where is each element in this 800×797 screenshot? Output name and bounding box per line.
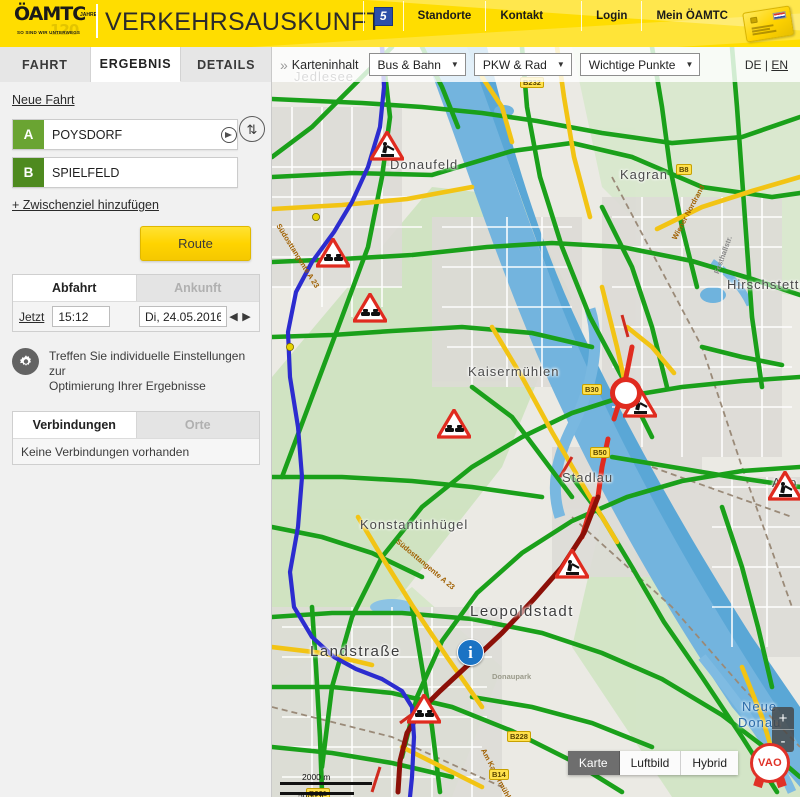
tab-fahrt[interactable]: FAHRT	[0, 47, 91, 82]
time-row: Jetzt ◀ ▶	[13, 301, 259, 331]
map-toolbar: » Karteninhalt Bus & Bahn ▼ PKW & Rad ▼ …	[272, 47, 800, 82]
route-button[interactable]: Route	[140, 226, 251, 261]
date-next-button[interactable]: ▶	[240, 306, 253, 327]
settings-hint: Treffen Sie individuelle Einstellungen z…	[49, 348, 249, 394]
card-body	[742, 5, 795, 43]
start-location-input[interactable]	[44, 120, 221, 149]
lang-separator: |	[764, 57, 768, 72]
site-header: ÖAMTC 120 JAHRE SO SIND WIR UNTERWEGS VE…	[0, 0, 800, 47]
scale-label-imperial: 5000 ft	[298, 790, 324, 797]
page-title: VERKEHRSAUSKUNFT	[105, 8, 383, 36]
language-switch: DE | EN	[745, 58, 792, 72]
now-link[interactable]: Jetzt	[19, 310, 44, 324]
lang-de-link[interactable]: DE	[745, 58, 762, 72]
trip-planner-panel: FAHRT ERGEBNIS DETAILS Neue Fahrt A B ⇅ …	[0, 47, 272, 797]
date-prev-button[interactable]: ◀	[227, 306, 240, 327]
settings-hint-line2: Optimierung Ihrer Ergebnisse	[49, 379, 206, 393]
tab-ergebnis[interactable]: ERGEBNIS	[90, 47, 182, 82]
results-box: Verbindungen Orte Keine Verbindungen vor…	[12, 411, 260, 465]
layer-button-hybrid[interactable]: Hybrid	[681, 751, 738, 775]
chevron-down-icon: ▼	[685, 60, 694, 69]
location-arrow-icon	[221, 126, 237, 143]
chevron-down-icon: ▼	[450, 60, 459, 69]
settings-row[interactable]: Treffen Sie individuelle Einstellungen z…	[12, 348, 259, 394]
membership-card-image	[738, 2, 799, 44]
panel-body: Neue Fahrt A B ⇅ + Zwischenziel hinzufüg…	[0, 82, 271, 465]
date-group: ◀ ▶	[139, 306, 253, 327]
select-bus-bahn-label: Bus & Bahn	[377, 57, 441, 72]
scale-bar-metric: 2000 m	[280, 772, 372, 785]
nav-item-mein-oeamtc[interactable]: Mein ÖAMTC	[642, 0, 742, 32]
waypoint-badge-b: B	[13, 158, 44, 187]
swap-waypoints-button[interactable]: ⇅	[239, 116, 265, 142]
header-nav: 5 Standorte Kontakt Login Mein ÖAMTC	[362, 0, 800, 32]
tab-details[interactable]: DETAILS	[181, 47, 272, 82]
nav-item-kontakt[interactable]: Kontakt	[486, 0, 557, 32]
zoom-in-button[interactable]: +	[772, 707, 794, 729]
add-intermediate-stop-link[interactable]: + Zwischenziel hinzufügen	[12, 198, 159, 212]
flag-icon[interactable]: 5	[373, 6, 393, 26]
vao-label: VAO	[758, 757, 782, 769]
waypoint-badge-a: A	[13, 120, 44, 149]
time-input[interactable]	[52, 306, 111, 327]
traffic-map[interactable]: » Karteninhalt Bus & Bahn ▼ PKW & Rad ▼ …	[272, 47, 800, 797]
destination-location-input[interactable]	[44, 158, 237, 187]
nav-item-standorte[interactable]: Standorte	[404, 0, 486, 32]
map-layer-switch: Karte Luftbild Hybrid	[567, 751, 738, 775]
scale-label-metric: 2000 m	[302, 772, 331, 782]
map-canvas	[272, 47, 800, 797]
scale-bar-imperial: 5000 ft	[280, 790, 354, 797]
logo-tagline: SO SIND WIR UNTERWEGS	[17, 30, 81, 35]
select-pkw-rad[interactable]: PKW & Rad ▼	[473, 53, 572, 76]
oeamtc-logo[interactable]: ÖAMTC 120 JAHRE SO SIND WIR UNTERWEGS	[14, 5, 97, 41]
waypoint-row-destination: B	[12, 157, 238, 188]
select-wichtige-punkte-label: Wichtige Punkte	[588, 57, 676, 72]
map-content-label[interactable]: Karteninhalt	[292, 58, 359, 72]
tab-abfahrt[interactable]: Abfahrt	[13, 275, 137, 301]
gear-icon[interactable]	[12, 348, 39, 375]
logo-divider	[96, 4, 98, 38]
vao-disc: VAO	[750, 743, 790, 783]
card-flag	[772, 11, 787, 21]
layer-button-karte[interactable]: Karte	[567, 751, 620, 775]
layer-button-luftbild[interactable]: Luftbild	[619, 751, 682, 775]
date-input[interactable]	[139, 306, 227, 327]
chevron-down-icon: ▼	[556, 60, 565, 69]
settings-hint-line1: Treffen Sie individuelle Einstellungen z…	[49, 349, 246, 378]
nav-divider	[362, 1, 364, 31]
card-chip	[749, 16, 758, 24]
select-pkw-rad-label: PKW & Rad	[482, 57, 547, 72]
new-trip-link[interactable]: Neue Fahrt	[12, 93, 75, 107]
geolocate-button[interactable]	[221, 120, 237, 149]
waypoint-row-start: A	[12, 119, 238, 150]
select-wichtige-punkte[interactable]: Wichtige Punkte ▼	[579, 53, 701, 76]
info-marker-icon[interactable]: i	[457, 639, 484, 666]
departure-time-box: Abfahrt Ankunft Jetzt ◀ ▶	[12, 274, 260, 332]
select-bus-bahn[interactable]: Bus & Bahn ▼	[368, 53, 466, 76]
logo-jahre-label: JAHRE	[80, 12, 97, 18]
map-scale-bar: 2000 m 5000 ft	[280, 772, 372, 797]
no-entry-icon[interactable]	[610, 377, 642, 409]
tab-orte[interactable]: Orte	[136, 412, 259, 438]
results-tabs: Verbindungen Orte	[13, 412, 259, 438]
lang-en-link[interactable]: EN	[771, 58, 788, 72]
tab-ankunft[interactable]: Ankunft	[136, 275, 259, 301]
results-empty-message: Keine Verbindungen vorhanden	[13, 438, 259, 464]
chevron-double-right-icon[interactable]: »	[280, 57, 288, 73]
panel-tabs: FAHRT ERGEBNIS DETAILS	[0, 47, 272, 82]
nav-item-login[interactable]: Login	[582, 0, 641, 32]
time-mode-tabs: Abfahrt Ankunft	[13, 275, 259, 301]
vao-logo[interactable]: VAO	[748, 741, 792, 789]
tab-verbindungen[interactable]: Verbindungen	[13, 412, 137, 438]
